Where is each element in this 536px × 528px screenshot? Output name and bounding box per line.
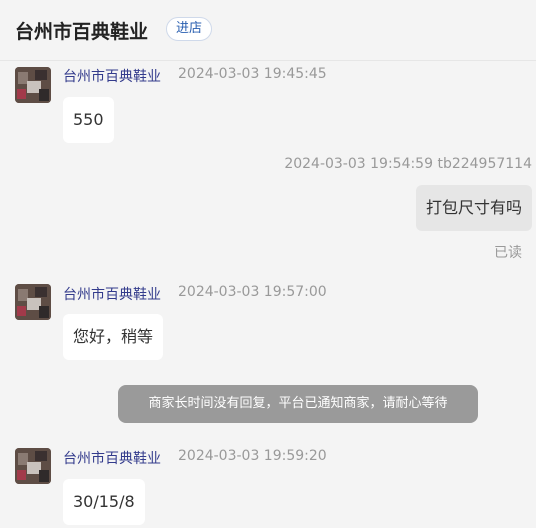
message-sender: 台州市百典鞋业 xyxy=(63,287,161,303)
message-sender: 台州市百典鞋业 xyxy=(63,69,161,85)
message-meta: 2024-03-03 19:54:59 tb224957114 xyxy=(284,156,532,172)
system-notice: 商家长时间没有回复，平台已通知商家，请耐心等待 xyxy=(118,385,478,423)
shop-avatar-icon xyxy=(15,448,51,484)
shop-avatar[interactable] xyxy=(15,67,51,103)
enter-shop-button[interactable]: 进店 xyxy=(166,17,213,41)
read-status: 已读 xyxy=(494,245,522,261)
message-bubble: 您好，稍等 xyxy=(63,314,164,360)
chat-header: 台州市百典鞋业 进店 xyxy=(0,0,536,61)
message-bubble-self: 打包尺寸有吗 xyxy=(415,185,532,231)
message-time: 2024-03-03 19:45:45 xyxy=(178,66,327,82)
shop-avatar[interactable] xyxy=(15,448,51,484)
message-sender: 台州市百典鞋业 xyxy=(63,451,161,467)
shop-avatar[interactable] xyxy=(15,284,51,320)
shop-avatar-icon xyxy=(15,67,51,103)
message-bubble: 550 xyxy=(63,97,114,143)
shop-name-title: 台州市百典鞋业 xyxy=(15,21,149,43)
message-time: 2024-03-03 19:59:20 xyxy=(178,448,327,464)
message-bubble: 30/15/8 xyxy=(63,479,145,525)
message-time: 2024-03-03 19:57:00 xyxy=(178,284,327,300)
shop-avatar-icon xyxy=(15,284,51,320)
